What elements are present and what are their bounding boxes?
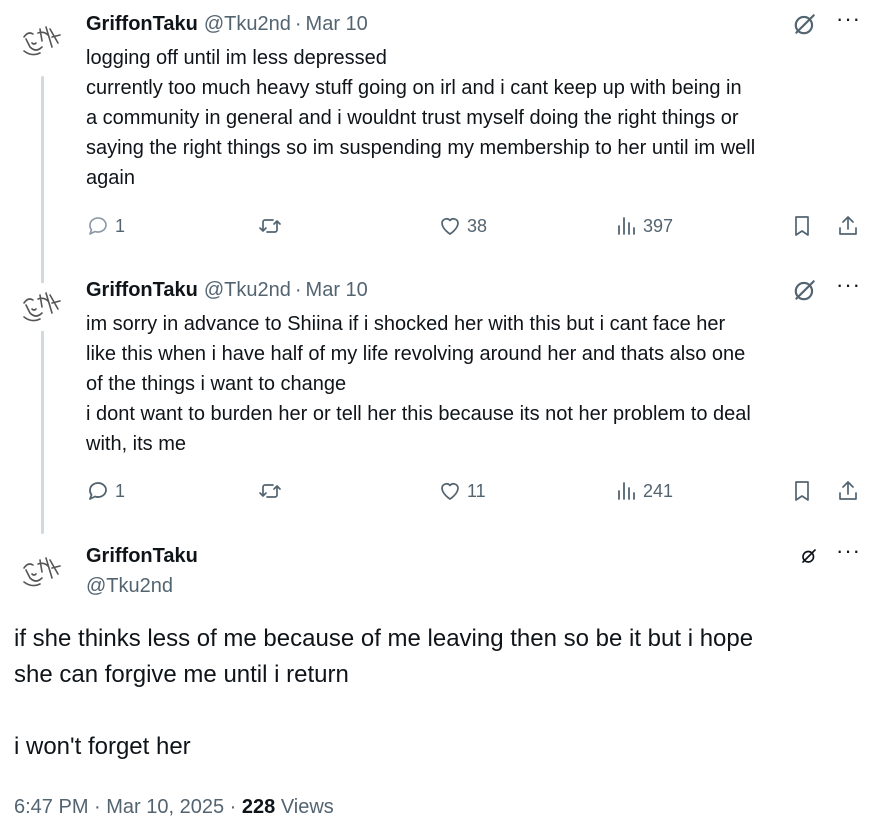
retweet-button[interactable] xyxy=(258,211,286,241)
display-name[interactable]: GriffonTaku xyxy=(86,542,198,570)
like-button[interactable]: 38 xyxy=(438,211,487,241)
tweet-text-line: if she thinks less of me because of me l… xyxy=(14,625,754,652)
display-name[interactable]: GriffonTaku xyxy=(86,13,198,36)
retweet-icon xyxy=(259,484,281,498)
bookmark-button[interactable] xyxy=(790,211,818,241)
tweet-actions: 1 11 241 xyxy=(86,476,861,506)
tweet-top-actions: ··· xyxy=(792,8,861,37)
like-button[interactable]: 11 xyxy=(438,476,486,506)
tweet-top-actions: ··· xyxy=(800,540,861,568)
reply-icon xyxy=(89,482,107,500)
tweet-text: im sorry in advance to Shiina if i shock… xyxy=(86,309,876,459)
grok-icon[interactable] xyxy=(792,11,818,37)
tweet-actions: 1 38 397 xyxy=(86,211,861,241)
user-handle[interactable]: @Tku2nd xyxy=(204,279,291,302)
grok-icon[interactable] xyxy=(800,547,818,565)
tweet-text-line: she can forgive me until i return xyxy=(14,661,349,688)
avatar-sketch-image xyxy=(18,548,66,596)
reply-icon xyxy=(89,217,107,235)
avatar[interactable] xyxy=(18,283,66,331)
share-button[interactable] xyxy=(836,476,864,506)
avatar[interactable] xyxy=(18,548,66,596)
views-button[interactable]: 241 xyxy=(614,476,673,506)
views-count: 228 xyxy=(241,796,276,818)
reply-button[interactable]: 1 xyxy=(86,476,125,506)
like-icon xyxy=(441,218,459,235)
like-count: 38 xyxy=(467,215,488,236)
like-count: 11 xyxy=(467,480,486,501)
tweet-date[interactable]: Mar 10 xyxy=(306,13,368,36)
tweet-top-actions: ··· xyxy=(792,274,861,303)
share-icon xyxy=(839,216,857,235)
more-icon[interactable]: ··· xyxy=(836,540,861,566)
retweet-icon xyxy=(259,219,281,233)
tweet-date[interactable]: Mar 10 xyxy=(306,279,368,302)
more-icon[interactable]: ··· xyxy=(836,8,861,34)
view-count: 241 xyxy=(643,480,674,501)
tweet-text-line: im sorry in advance to Shiina if i shock… xyxy=(86,313,726,335)
views-label: Views xyxy=(275,796,334,818)
view-count: 397 xyxy=(643,215,674,236)
timestamp[interactable]: 6:47 PM · Mar 10, 2025 · xyxy=(14,796,242,818)
tweet-text-line: like this when i have half of my life re… xyxy=(86,343,746,365)
separator: · xyxy=(294,12,302,35)
tweet-header: GriffonTaku @Tku2nd · Mar 10 xyxy=(86,12,368,36)
bookmark-button[interactable] xyxy=(790,476,818,506)
views-button[interactable]: 397 xyxy=(614,211,673,241)
main-tweet-text: if she thinks less of me because of me l… xyxy=(14,621,874,765)
share-button[interactable] xyxy=(836,211,864,241)
avatar-sketch-image xyxy=(18,283,66,331)
tweet-text-line: i dont want to burden her or tell her th… xyxy=(86,403,751,425)
tweet-text: logging off until im less depressed curr… xyxy=(86,43,876,193)
tweet-text-line: saying the right things so im suspending… xyxy=(86,137,756,159)
user-handle[interactable]: @Tku2nd xyxy=(204,13,291,36)
tweet-text-line: again xyxy=(86,167,135,189)
grok-icon[interactable] xyxy=(792,277,818,303)
bookmark-icon xyxy=(795,481,809,501)
views-icon xyxy=(618,217,635,235)
display-name[interactable]: GriffonTaku xyxy=(86,279,198,302)
tweet-header: GriffonTaku @Tku2nd · Mar 10 xyxy=(86,278,368,302)
avatar[interactable] xyxy=(18,17,66,65)
retweet-button[interactable] xyxy=(258,476,286,506)
user-handle[interactable]: @Tku2nd xyxy=(86,572,173,600)
tweet-text-line: a community in general and i wouldnt tru… xyxy=(86,107,739,129)
separator: · xyxy=(294,278,302,301)
tweet-text-line: currently too much heavy stuff going on … xyxy=(86,77,742,99)
tweet-text-line: i won't forget her xyxy=(14,733,191,760)
more-icon[interactable]: ··· xyxy=(836,274,861,300)
tweet-meta: 6:47 PM · Mar 10, 2025 · 228 Views xyxy=(14,792,334,822)
share-icon xyxy=(839,481,857,500)
views-icon xyxy=(618,482,635,500)
tweet-text-line: with, its me xyxy=(86,433,187,455)
reply-button[interactable]: 1 xyxy=(86,211,125,241)
reply-count: 1 xyxy=(115,480,126,501)
tweet-text-line: logging off until im less depressed xyxy=(86,47,387,69)
avatar-sketch-image xyxy=(18,17,66,65)
reply-count: 1 xyxy=(115,215,126,236)
tweet-text-line: of the things i want to change xyxy=(86,373,347,395)
bookmark-icon xyxy=(795,216,809,236)
like-icon xyxy=(441,483,459,500)
